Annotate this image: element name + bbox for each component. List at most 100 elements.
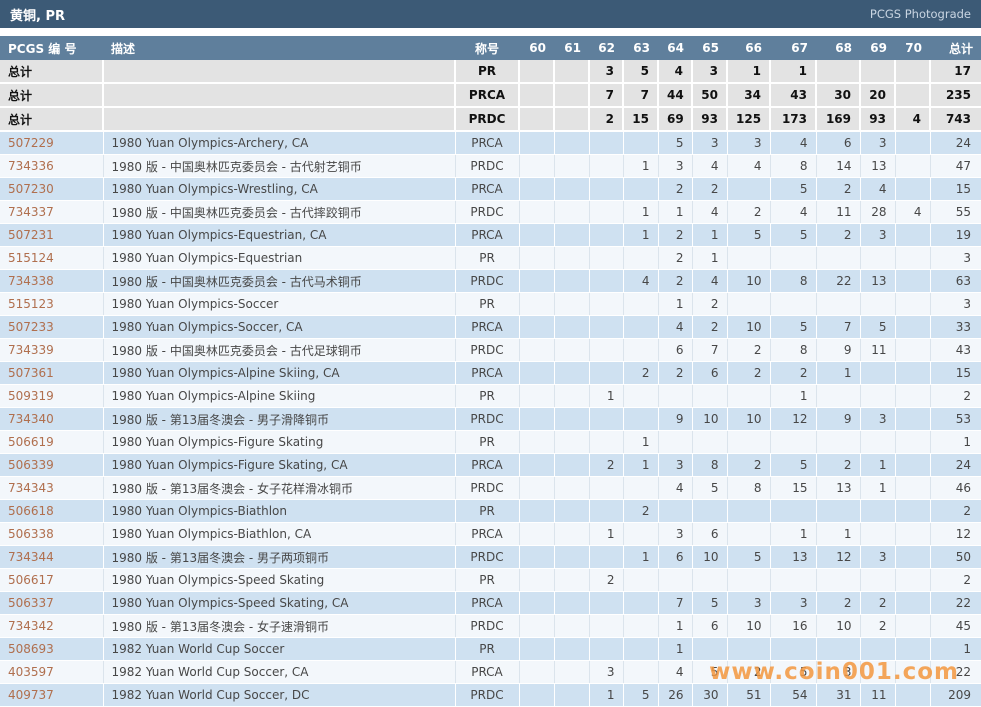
designation-cell: PRCA: [455, 523, 519, 546]
pcgs-number-link[interactable]: 506337: [8, 596, 54, 610]
total-count-cell: 2: [930, 385, 981, 408]
table-row: 5063381980 Yuan Olympics-Biathlon, CAPRC…: [0, 523, 981, 546]
pcgs-number-cell: 508693: [0, 638, 103, 661]
grade-count-cell: [554, 362, 589, 385]
grade-count-cell: [589, 316, 623, 339]
coin-description: 1980 Yuan Olympics-Speed Skating, CA: [103, 592, 455, 615]
grade-count-cell: 11: [860, 684, 895, 707]
grade-count-cell: 3: [658, 523, 692, 546]
grade-count-cell: [623, 523, 658, 546]
summary-row: 总计PRCA77445034433020235: [0, 83, 981, 107]
grade-count-cell: 4: [770, 201, 816, 224]
grade-count-cell: 1: [860, 477, 895, 500]
grade-count-cell: [519, 178, 554, 201]
pcgs-number-link[interactable]: 734338: [8, 274, 54, 288]
pcgs-number-link[interactable]: 506617: [8, 573, 54, 587]
pcgs-number-link[interactable]: 734342: [8, 619, 54, 633]
grade-count-cell: [554, 592, 589, 615]
grade-count-cell: [589, 546, 623, 569]
pcgs-number-link[interactable]: 507231: [8, 228, 54, 242]
pcgs-number-link[interactable]: 515124: [8, 251, 54, 265]
pcgs-number-link[interactable]: 734337: [8, 205, 54, 219]
pcgs-number-cell: 734337: [0, 201, 103, 224]
column-header: 68: [816, 36, 860, 60]
pcgs-number-link[interactable]: 509319: [8, 389, 54, 403]
pcgs-number-link[interactable]: 403597: [8, 665, 54, 679]
designation-cell: PRCA: [455, 661, 519, 684]
grade-count-cell: 5: [692, 661, 727, 684]
pcgs-number-link[interactable]: 507230: [8, 182, 54, 196]
pcgs-number-link[interactable]: 506618: [8, 504, 54, 518]
designation-cell: PRDC: [455, 107, 519, 131]
grade-count-cell: 3: [658, 155, 692, 178]
grade-count-cell: 10: [816, 615, 860, 638]
pcgs-number-link[interactable]: 515123: [8, 297, 54, 311]
grade-count-cell: 3: [692, 60, 727, 83]
total-count-cell: 55: [930, 201, 981, 224]
total-count-cell: 1: [930, 638, 981, 661]
photograde-link[interactable]: PCGS Photograde: [870, 7, 971, 21]
grade-count-cell: [692, 569, 727, 592]
grade-count-cell: 4: [658, 316, 692, 339]
grade-count-cell: 5: [770, 316, 816, 339]
table-row: 5073611980 Yuan Olympics-Alpine Skiing, …: [0, 362, 981, 385]
pcgs-number-cell: 506337: [0, 592, 103, 615]
designation-cell: PRDC: [455, 408, 519, 431]
pcgs-number-link[interactable]: 506339: [8, 458, 54, 472]
grade-count-cell: [727, 293, 770, 316]
grade-count-cell: [895, 60, 930, 83]
column-header: 64: [658, 36, 692, 60]
pcgs-number-link[interactable]: 506338: [8, 527, 54, 541]
total-count-cell: 33: [930, 316, 981, 339]
pcgs-number-link[interactable]: 507233: [8, 320, 54, 334]
total-count-cell: 3: [930, 293, 981, 316]
grade-count-cell: [589, 201, 623, 224]
grade-count-cell: [860, 60, 895, 83]
grade-count-cell: [554, 293, 589, 316]
pcgs-number-link[interactable]: 507361: [8, 366, 54, 380]
pcgs-number-cell: 734343: [0, 477, 103, 500]
total-count-cell: 15: [930, 362, 981, 385]
coin-description: 1980 Yuan Olympics-Figure Skating, CA: [103, 454, 455, 477]
total-count-cell: 46: [930, 477, 981, 500]
grade-count-cell: 9: [816, 339, 860, 362]
total-label: 总计: [0, 60, 103, 83]
pcgs-number-link[interactable]: 734336: [8, 159, 54, 173]
grade-count-cell: [589, 293, 623, 316]
pcgs-number-link[interactable]: 734339: [8, 343, 54, 357]
grade-count-cell: [860, 569, 895, 592]
spacer: [0, 28, 981, 36]
grade-count-cell: 11: [816, 201, 860, 224]
grade-count-cell: 1: [770, 523, 816, 546]
grade-count-cell: [692, 500, 727, 523]
grade-count-cell: 13: [770, 546, 816, 569]
grade-count-cell: [895, 638, 930, 661]
grade-count-cell: [623, 178, 658, 201]
grade-count-cell: 2: [658, 362, 692, 385]
pcgs-number-link[interactable]: 734340: [8, 412, 54, 426]
pcgs-number-link[interactable]: 734343: [8, 481, 54, 495]
grade-count-cell: 14: [816, 155, 860, 178]
grade-count-cell: [554, 270, 589, 293]
pcgs-number-link[interactable]: 508693: [8, 642, 54, 656]
table-row: 5066181980 Yuan Olympics-BiathlonPR22: [0, 500, 981, 523]
pcgs-number-link[interactable]: 409737: [8, 688, 54, 702]
designation-cell: PR: [455, 247, 519, 270]
grade-count-cell: 1: [727, 60, 770, 83]
pcgs-number-link[interactable]: 734344: [8, 550, 54, 564]
coin-description: [103, 107, 455, 131]
pcgs-number-link[interactable]: 506619: [8, 435, 54, 449]
column-header: 70: [895, 36, 930, 60]
coin-description: [103, 83, 455, 107]
grade-count-cell: 2: [727, 362, 770, 385]
grade-count-cell: [519, 131, 554, 155]
grade-count-cell: 173: [770, 107, 816, 131]
pcgs-number-cell: 734344: [0, 546, 103, 569]
pcgs-number-cell: 734340: [0, 408, 103, 431]
grade-count-cell: 93: [860, 107, 895, 131]
grade-count-cell: [589, 131, 623, 155]
designation-cell: PRCA: [455, 131, 519, 155]
pcgs-number-link[interactable]: 507229: [8, 136, 54, 150]
table-row: 506337 1980 Yuan Olympics-Speed Skating, …: [0, 592, 981, 615]
grade-count-cell: 1: [623, 201, 658, 224]
